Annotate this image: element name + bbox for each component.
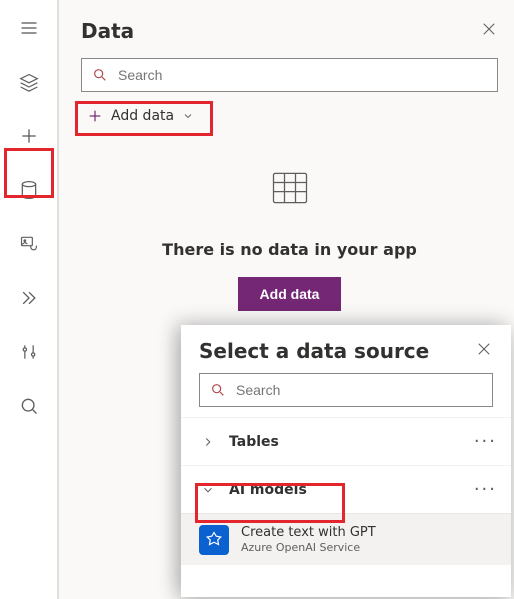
popup-title: Select a data source: [199, 339, 429, 363]
add-data-button[interactable]: Add data: [238, 277, 342, 311]
model-subtitle: Azure OpenAI Service: [241, 541, 376, 554]
plus-icon[interactable]: [9, 116, 49, 156]
add-data-label: Add data: [111, 108, 174, 124]
close-popup-button[interactable]: [475, 340, 493, 362]
section-ai-models-label: AI models: [229, 482, 460, 498]
section-tables-label: Tables: [229, 434, 460, 450]
data-source-popup: Select a data source Tables ··· AI model…: [181, 325, 511, 597]
model-item-create-text-gpt[interactable]: Create text with GPT Azure OpenAI Servic…: [181, 513, 511, 565]
sliders-icon[interactable]: [9, 332, 49, 372]
empty-state: There is no data in your app Add data: [81, 166, 498, 311]
database-icon[interactable]: [9, 170, 49, 210]
chevron-down-icon: [201, 483, 215, 497]
layers-icon[interactable]: [9, 62, 49, 102]
panel-search[interactable]: [81, 58, 498, 92]
chevron-down-icon: [182, 110, 194, 122]
popup-search[interactable]: [199, 373, 493, 407]
panel-search-input[interactable]: [116, 66, 487, 84]
hamburger-icon[interactable]: [9, 8, 49, 48]
media-icon[interactable]: [9, 224, 49, 264]
left-rail: [0, 0, 58, 599]
section-tables-more[interactable]: ···: [474, 431, 497, 452]
openai-icon: [199, 525, 229, 555]
section-tables[interactable]: Tables ···: [181, 417, 511, 465]
power-fx-icon[interactable]: [9, 278, 49, 318]
section-ai-models[interactable]: AI models ···: [181, 465, 511, 513]
search-icon: [210, 382, 226, 398]
panel-title: Data: [81, 19, 134, 43]
chevron-right-icon: [201, 435, 215, 449]
add-data-dropdown[interactable]: Add data: [81, 104, 204, 128]
close-panel-button[interactable]: [480, 20, 498, 42]
search-icon[interactable]: [9, 386, 49, 426]
model-name: Create text with GPT: [241, 525, 376, 541]
section-ai-models-more[interactable]: ···: [474, 479, 497, 500]
search-icon: [92, 67, 108, 83]
empty-state-text: There is no data in your app: [81, 240, 498, 259]
plus-icon: [87, 108, 103, 124]
popup-search-input[interactable]: [234, 381, 482, 399]
table-icon: [268, 166, 312, 210]
